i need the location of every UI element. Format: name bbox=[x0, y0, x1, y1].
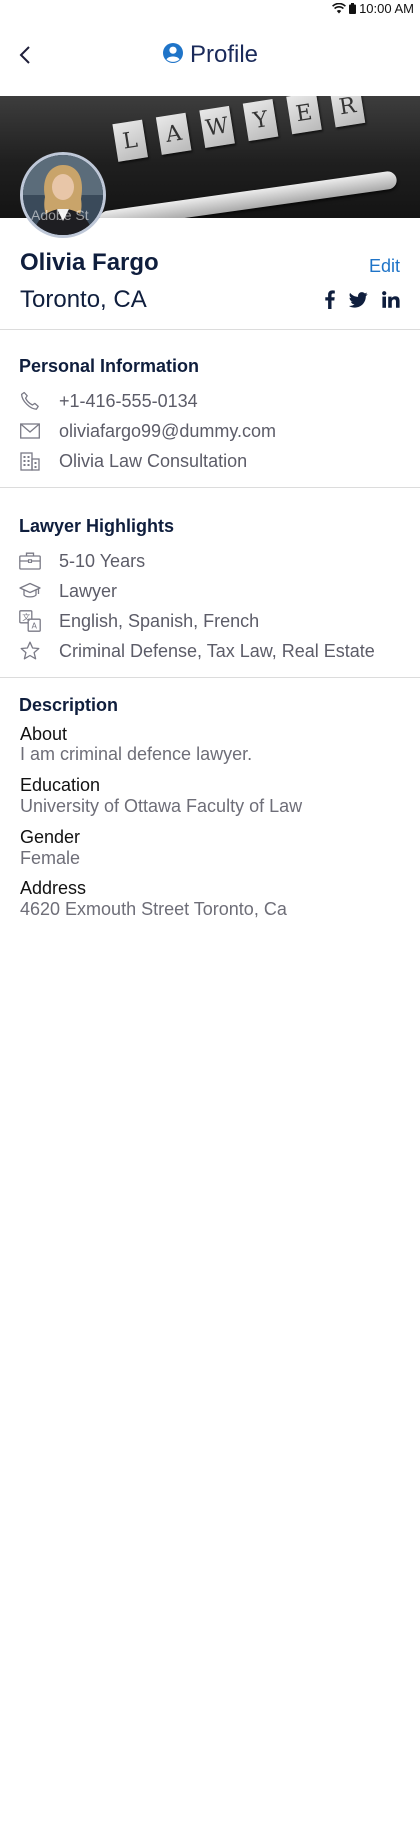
twitter-icon[interactable] bbox=[349, 291, 368, 308]
phone-icon bbox=[19, 390, 41, 412]
profile-location: Toronto, CA bbox=[20, 286, 147, 313]
watermark-text: Adobe St bbox=[31, 207, 89, 223]
translate-icon: 文A bbox=[19, 610, 41, 632]
languages-text: English, Spanish, French bbox=[59, 610, 260, 631]
battery-icon bbox=[349, 3, 357, 14]
experience-text: 5-10 Years bbox=[59, 550, 146, 571]
about-label: About bbox=[20, 724, 68, 744]
header-title-group: Profile bbox=[162, 38, 258, 72]
divider bbox=[0, 487, 420, 488]
gender-label: Gender bbox=[20, 827, 81, 847]
education-value: University of Ottawa Faculty of Law bbox=[20, 796, 303, 816]
email-address: oliviafargo99@dummy.com bbox=[59, 420, 277, 441]
wifi-icon bbox=[332, 3, 347, 14]
avatar[interactable]: Adobe St bbox=[20, 152, 106, 238]
page-title: Profile bbox=[190, 41, 259, 68]
specialties-text: Criminal Defense, Tax Law, Real Estate bbox=[59, 640, 375, 661]
tile: A bbox=[155, 112, 192, 155]
envelope-icon bbox=[19, 420, 41, 442]
tile: Y bbox=[242, 98, 279, 142]
svg-text:A: A bbox=[32, 622, 38, 631]
status-bar: 10:00 AM bbox=[0, 0, 420, 18]
description-title: Description bbox=[19, 695, 119, 715]
profession-text: Lawyer bbox=[59, 580, 118, 601]
profile-name: Olivia Fargo bbox=[20, 249, 159, 276]
company-row: Olivia Law Consultation bbox=[19, 450, 247, 472]
tile: L bbox=[112, 119, 148, 162]
chevron-left-icon bbox=[19, 46, 30, 64]
phone-number: +1-416-555-0134 bbox=[59, 390, 198, 411]
briefcase-icon bbox=[19, 550, 41, 572]
tile: W bbox=[199, 105, 235, 149]
svg-text:文: 文 bbox=[22, 612, 30, 622]
back-button[interactable] bbox=[14, 42, 36, 68]
tile-rack bbox=[98, 170, 398, 218]
social-links bbox=[325, 290, 400, 309]
status-time: 10:00 AM bbox=[359, 1, 414, 16]
user-circle-icon bbox=[162, 42, 184, 69]
status-icons: 10:00 AM bbox=[332, 1, 414, 16]
gender-value: Female bbox=[20, 848, 81, 868]
lawyer-highlights-title: Lawyer Highlights bbox=[19, 516, 175, 536]
address-label: Address bbox=[20, 878, 87, 898]
email-row[interactable]: oliviafargo99@dummy.com bbox=[19, 420, 276, 442]
about-value: I am criminal defence lawyer. bbox=[20, 744, 253, 764]
graduation-cap-icon bbox=[19, 580, 41, 602]
address-value: 4620 Exmouth Street Toronto, Ca bbox=[20, 899, 287, 919]
profession-row: Lawyer bbox=[19, 580, 117, 602]
specialties-row: Criminal Defense, Tax Law, Real Estate bbox=[19, 640, 375, 662]
personal-info-title: Personal Information bbox=[19, 356, 200, 376]
facebook-icon[interactable] bbox=[325, 290, 335, 309]
linkedin-icon[interactable] bbox=[382, 291, 400, 308]
profile-photo bbox=[23, 155, 103, 235]
languages-row: 文A English, Spanish, French bbox=[19, 610, 259, 632]
divider bbox=[0, 329, 420, 330]
experience-row: 5-10 Years bbox=[19, 550, 145, 572]
education-label: Education bbox=[20, 775, 101, 795]
letter-tiles: L A W Y E R bbox=[111, 96, 403, 180]
phone-row[interactable]: +1-416-555-0134 bbox=[19, 390, 198, 412]
edit-button[interactable]: Edit bbox=[369, 256, 400, 277]
company-name: Olivia Law Consultation bbox=[59, 450, 248, 471]
tile: E bbox=[286, 96, 322, 135]
divider bbox=[0, 677, 420, 678]
app-header: Profile bbox=[0, 18, 420, 96]
building-icon bbox=[19, 450, 41, 472]
tile: R bbox=[329, 96, 366, 128]
star-icon bbox=[19, 640, 41, 662]
